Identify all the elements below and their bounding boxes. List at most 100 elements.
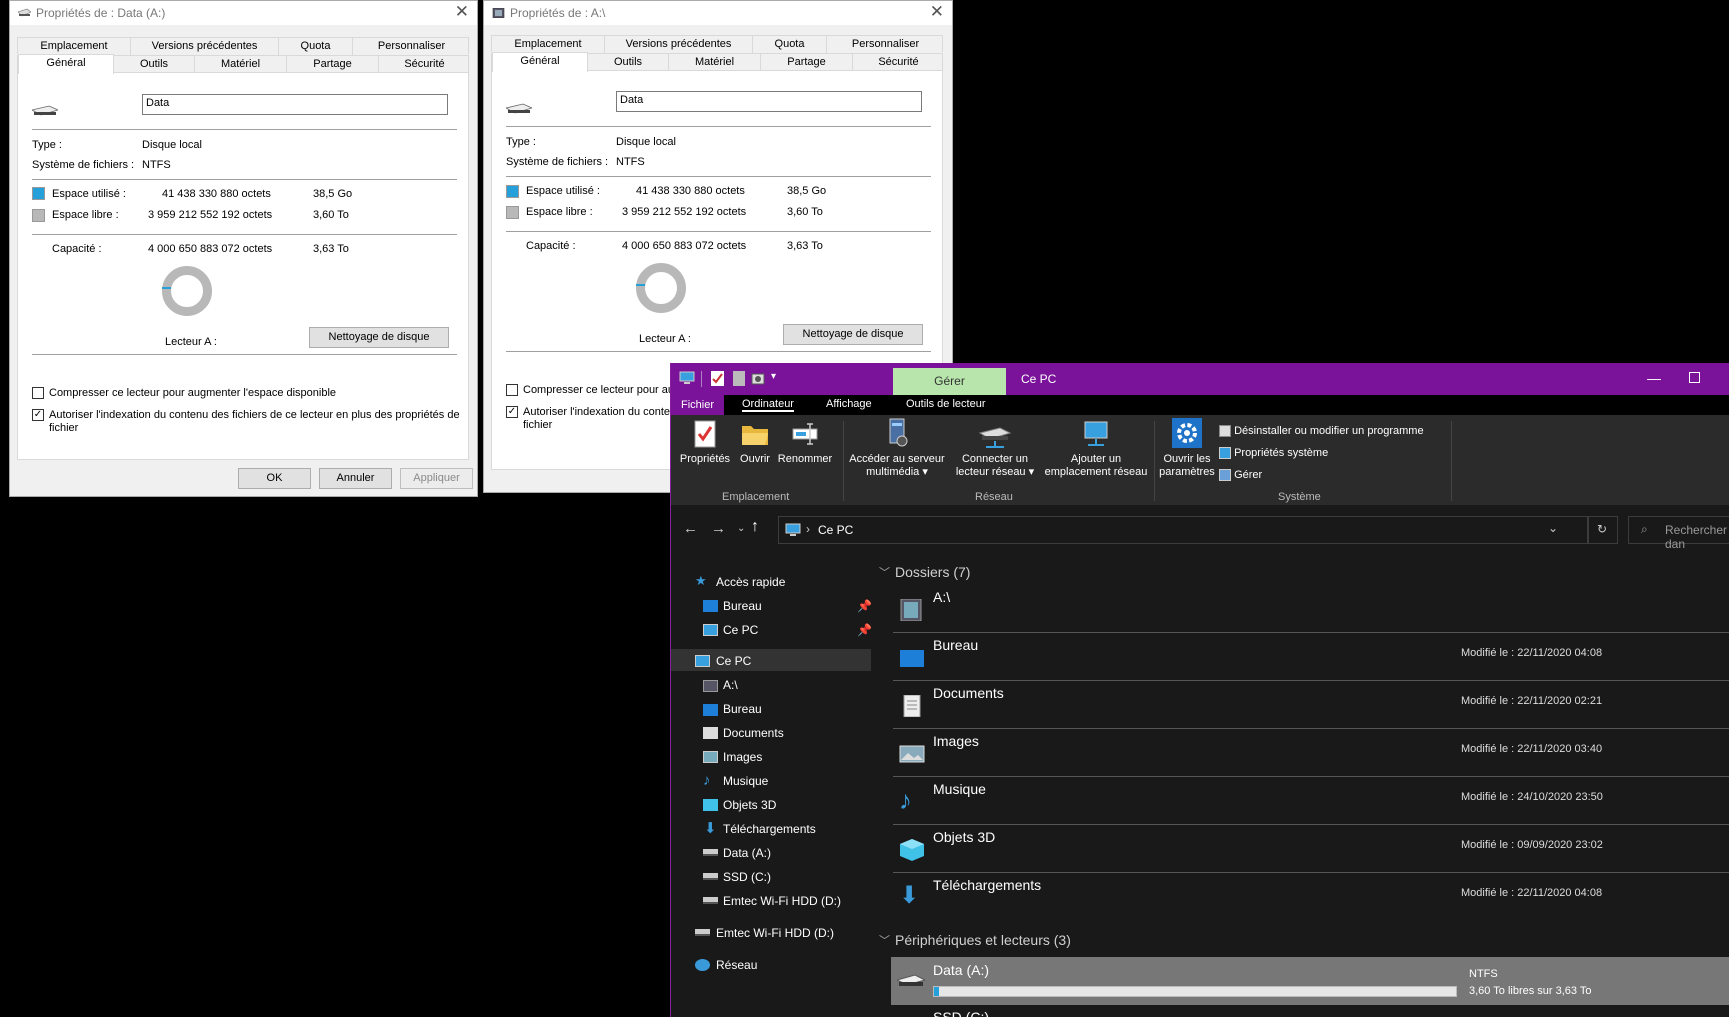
open-settings-button[interactable]: Ouvrir les paramètres — [1157, 417, 1217, 479]
media-server-button[interactable]: Accéder au serveur multimédia ▾ — [847, 417, 947, 479]
tab-ordinateur[interactable]: Ordinateur — [742, 398, 794, 412]
properties-check-icon[interactable] — [711, 371, 724, 386]
tab-emplacement[interactable]: Emplacement — [18, 38, 131, 55]
drive-name-partial[interactable]: SSD (C:) — [933, 1009, 989, 1017]
used-human: 38,5 Go — [313, 188, 353, 200]
tab-versions[interactable]: Versions précédentes — [131, 38, 279, 55]
nav-pc-data[interactable]: Data (A:) — [723, 846, 771, 860]
folders-group-header[interactable]: Dossiers (7) — [895, 564, 970, 580]
folder-row[interactable]: A:\ — [893, 585, 1729, 633]
nav-pc-emtec[interactable]: Emtec Wi-Fi HDD (D:) — [723, 894, 841, 908]
folder-row[interactable]: Images Modifié le : 22/11/2020 03:40 — [893, 729, 1729, 777]
volume-name-input[interactable]: Data — [616, 91, 922, 112]
compress-checkbox[interactable] — [506, 384, 518, 396]
nav-this-pc[interactable]: Ce PC — [716, 654, 751, 668]
nav-pc-objets3d[interactable]: Objets 3D — [723, 798, 776, 812]
apply-button[interactable]: Appliquer — [400, 468, 473, 489]
nav-network[interactable]: Réseau — [716, 958, 757, 972]
tab-versions[interactable]: Versions précédentes — [605, 36, 753, 53]
tab-outils[interactable]: Outils — [114, 56, 195, 73]
nav-emtec[interactable]: Emtec Wi-Fi HDD (D:) — [716, 926, 834, 940]
nav-pc-a[interactable]: A:\ — [723, 678, 738, 692]
open-button[interactable]: Ouvrir — [735, 419, 775, 466]
tab-affichage[interactable]: Affichage — [826, 398, 872, 410]
index-checkbox[interactable]: ✓ — [32, 409, 44, 421]
index-checkbox[interactable]: ✓ — [506, 406, 518, 418]
map-network-drive-button[interactable]: Connecter un lecteur réseau ▾ — [951, 417, 1039, 479]
tab-securite[interactable]: Sécurité — [853, 54, 944, 71]
camera-icon[interactable] — [751, 371, 765, 385]
folder-modified: Modifié le : 22/11/2020 03:40 — [1461, 743, 1603, 755]
nav-pc-documents[interactable]: Documents — [723, 726, 784, 740]
divider — [32, 354, 457, 355]
compress-checkbox[interactable] — [32, 387, 44, 399]
tab-outils[interactable]: Outils — [588, 54, 669, 71]
tab-general[interactable]: Général — [492, 52, 588, 72]
tab-emplacement[interactable]: Emplacement — [492, 36, 605, 53]
system-properties-button[interactable]: Propriétés système — [1219, 447, 1328, 460]
tab-quota[interactable]: Quota — [279, 38, 353, 55]
nav-quick-access[interactable]: Accès rapide — [716, 575, 785, 589]
tab-materiel[interactable]: Matériel — [669, 54, 761, 71]
uninstall-button[interactable]: Désinstaller ou modifier un programme — [1219, 425, 1424, 438]
nav-quick-bureau[interactable]: Bureau — [723, 599, 762, 613]
folder-open-icon — [742, 426, 768, 445]
folder-row[interactable]: Objets 3D Modifié le : 09/09/2020 23:02 — [893, 825, 1729, 873]
capacity-label: Capacité : — [52, 243, 102, 255]
collapse-chevron-icon[interactable]: ﹀ — [879, 564, 890, 580]
volume-name-input[interactable]: Data — [142, 94, 448, 115]
film-drive-icon — [492, 8, 505, 18]
tab-securite[interactable]: Sécurité — [379, 56, 470, 73]
back-arrow-icon[interactable]: ← — [683, 520, 698, 537]
tab-materiel[interactable]: Matériel — [195, 56, 287, 73]
tab-quota[interactable]: Quota — [753, 36, 827, 53]
tab-personnaliser[interactable]: Personnaliser — [353, 38, 470, 55]
disk-cleanup-button[interactable]: Nettoyage de disque — [783, 324, 923, 345]
tab-general[interactable]: Général — [18, 54, 114, 74]
minimize-icon[interactable]: — — [1647, 370, 1661, 386]
address-bar[interactable]: › Ce PC ⌄ — [778, 516, 1588, 544]
free-swatch — [506, 206, 519, 219]
folder-row[interactable]: ⬇ Téléchargements Modifié le : 22/11/202… — [893, 873, 1729, 921]
address-dropdown-icon[interactable]: ⌄ — [1548, 521, 1558, 535]
add-network-location-button[interactable]: Ajouter un emplacement réseau — [1041, 417, 1151, 479]
drive-tile-data[interactable]: Data (A:) NTFS 3,60 To libres sur 3,63 T… — [891, 957, 1729, 1005]
up-arrow-icon[interactable]: ↑ — [751, 518, 759, 536]
properties-button[interactable]: Propriétés — [677, 419, 733, 466]
collapse-chevron-icon[interactable]: ﹀ — [879, 932, 890, 948]
close-icon[interactable]: ✕ — [930, 2, 944, 22]
ok-button[interactable]: OK — [238, 468, 311, 489]
cancel-button[interactable]: Annuler — [319, 468, 392, 489]
folder-row[interactable]: Documents Modifié le : 22/11/2020 02:21 — [893, 681, 1729, 729]
new-folder-icon[interactable] — [733, 371, 745, 386]
nav-pc-images[interactable]: Images — [723, 750, 762, 764]
tab-partage[interactable]: Partage — [287, 56, 379, 73]
manage-button[interactable]: Gérer — [1219, 469, 1262, 482]
tab-personnaliser[interactable]: Personnaliser — [827, 36, 944, 53]
rename-button[interactable]: Renommer — [775, 419, 835, 466]
nav-pc-musique[interactable]: Musique — [723, 774, 768, 788]
nav-quick-cepc[interactable]: Ce PC — [723, 623, 758, 637]
nav-pc-ssd[interactable]: SSD (C:) — [723, 870, 771, 884]
pin-icon[interactable]: 📌 — [857, 599, 872, 613]
folder-row[interactable]: Bureau Modifié le : 22/11/2020 04:08 — [893, 633, 1729, 681]
forward-arrow-icon[interactable]: → — [711, 520, 726, 537]
disk-cleanup-button[interactable]: Nettoyage de disque — [309, 327, 449, 348]
drive-letter-label: Lecteur A : — [639, 333, 691, 345]
tab-fichier[interactable]: Fichier — [671, 395, 725, 415]
maximize-icon[interactable] — [1689, 372, 1700, 383]
nav-pc-bureau[interactable]: Bureau — [723, 702, 762, 716]
tab-gerer[interactable]: Gérer — [893, 368, 1006, 395]
close-icon[interactable]: ✕ — [455, 2, 469, 22]
nav-pc-telechargements[interactable]: Téléchargements — [723, 822, 816, 836]
search-icon: ⌕ — [1641, 522, 1648, 536]
tab-outils-lecteur[interactable]: Outils de lecteur — [906, 398, 985, 410]
tab-partage[interactable]: Partage — [761, 54, 853, 71]
search-box[interactable]: ⌕ Rechercher dan — [1628, 516, 1729, 551]
recent-dropdown-icon[interactable]: ⌄ — [737, 523, 745, 534]
pin-icon[interactable]: 📌 — [857, 623, 872, 637]
folder-row[interactable]: ♪ Musique Modifié le : 24/10/2020 23:50 — [893, 777, 1729, 825]
devices-group-header[interactable]: Périphériques et lecteurs (3) — [895, 932, 1071, 948]
qat-dropdown-icon[interactable]: ▾ — [771, 371, 776, 382]
refresh-button[interactable]: ↻ — [1588, 516, 1618, 544]
